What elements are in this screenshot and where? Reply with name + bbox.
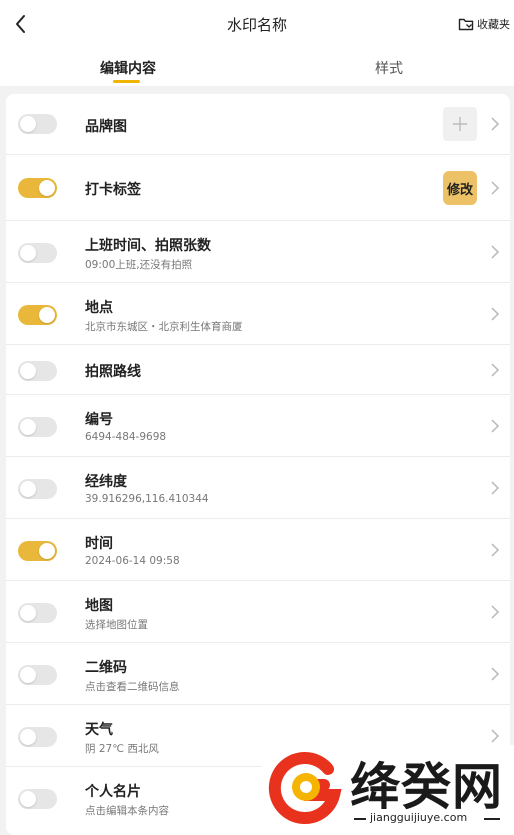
row-label: 个人名片 [85, 784, 141, 800]
toggle-switch[interactable] [18, 603, 57, 623]
g-logo-icon [268, 752, 342, 825]
toggle-switch[interactable] [18, 789, 57, 809]
row-subtitle: 选择地图位置 [85, 619, 148, 631]
favorites-label: 收藏夹 [477, 18, 510, 31]
edit-tag-button[interactable]: 修改 [443, 171, 477, 205]
list-item-qrcode[interactable]: 二维码 点击查看二维码信息 [6, 643, 510, 705]
top-bar: 水印名称 收藏夹 [0, 0, 514, 48]
chevron-right-icon [491, 543, 500, 557]
list-item-coordinates[interactable]: 经纬度 39.916296,116.410344 [6, 457, 510, 519]
toggle-switch[interactable] [18, 417, 57, 437]
site-watermark: 绛癸网 jiangguijiuye.com [262, 745, 514, 835]
row-label: 天气 [85, 722, 113, 738]
list-item-photo-route[interactable]: 拍照路线 [6, 345, 510, 395]
toggle-switch[interactable] [18, 727, 57, 747]
list-item-number[interactable]: 编号 6494-484-9698 [6, 395, 510, 457]
tab-bar: 编辑内容 样式 [0, 48, 514, 86]
chevron-right-icon [491, 605, 500, 619]
row-label: 品牌图 [85, 119, 127, 135]
toggle-switch[interactable] [18, 479, 57, 499]
chevron-right-icon [491, 245, 500, 259]
row-subtitle: 点击编辑本条内容 [85, 805, 169, 817]
toggle-switch[interactable] [18, 305, 57, 325]
row-subtitle: 39.916296,116.410344 [85, 493, 209, 505]
row-label: 地点 [85, 300, 113, 316]
row-subtitle: 点击查看二维码信息 [85, 681, 180, 693]
watermark-line-left [354, 818, 366, 820]
chevron-right-icon [491, 117, 500, 131]
settings-list: 品牌图 打卡标签 修改 上班时间、拍照张数 09:00上班,还没有拍照 地点 北… [6, 94, 510, 835]
row-label: 拍照路线 [85, 364, 141, 380]
row-label: 经纬度 [85, 474, 127, 490]
toggle-switch[interactable] [18, 243, 57, 263]
row-label: 编号 [85, 412, 113, 428]
watermark-line-right [484, 818, 500, 820]
page-title: 水印名称 [226, 16, 287, 34]
row-subtitle: 2024-06-14 09:58 [85, 555, 180, 567]
tab-style[interactable]: 样式 [375, 58, 403, 78]
chevron-right-icon [491, 363, 500, 377]
row-label: 地图 [85, 598, 113, 614]
list-item-location[interactable]: 地点 北京市东城区・北京利生体育商厦 [6, 283, 510, 345]
row-subtitle: 北京市东城区・北京利生体育商厦 [85, 321, 243, 333]
list-item-map[interactable]: 地图 选择地图位置 [6, 581, 510, 643]
favorites-button[interactable]: 收藏夹 [458, 14, 510, 34]
list-item-time[interactable]: 时间 2024-06-14 09:58 [6, 519, 510, 581]
tab-edit-content[interactable]: 编辑内容 [100, 58, 156, 78]
toggle-switch[interactable] [18, 114, 57, 134]
plus-icon [453, 117, 467, 131]
chevron-right-icon [491, 481, 500, 495]
chevron-right-icon [491, 729, 500, 743]
chevron-right-icon [491, 667, 500, 681]
row-label: 二维码 [85, 660, 127, 676]
active-tab-indicator [113, 80, 140, 83]
list-item-brand-image[interactable]: 品牌图 [6, 94, 510, 155]
list-item-checkin-tag[interactable]: 打卡标签 修改 [6, 155, 510, 221]
list-item-work-time[interactable]: 上班时间、拍照张数 09:00上班,还没有拍照 [6, 221, 510, 283]
toggle-switch[interactable] [18, 361, 57, 381]
row-label: 上班时间、拍照张数 [85, 238, 211, 254]
add-brand-image-button[interactable] [443, 107, 477, 141]
row-subtitle: 09:00上班,还没有拍照 [85, 259, 193, 271]
row-label: 打卡标签 [85, 182, 141, 198]
chevron-right-icon [491, 181, 500, 195]
watermark-brand: 绛癸网 [350, 758, 503, 816]
chevron-right-icon [491, 419, 500, 433]
watermark-url: jiangguijiuye.com [370, 811, 468, 824]
row-label: 时间 [85, 536, 113, 552]
row-subtitle: 6494-484-9698 [85, 431, 167, 443]
toggle-switch[interactable] [18, 541, 57, 561]
folder-icon [458, 18, 474, 31]
toggle-switch[interactable] [18, 178, 57, 198]
row-subtitle: 阴 27℃ 西北风 [85, 743, 159, 755]
toggle-switch[interactable] [18, 665, 57, 685]
chevron-right-icon [491, 307, 500, 321]
